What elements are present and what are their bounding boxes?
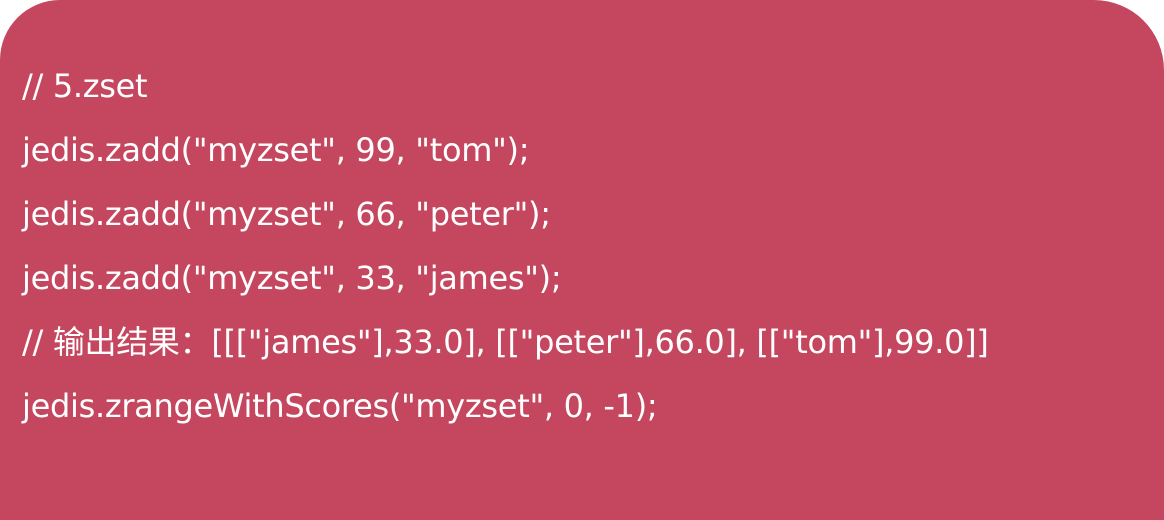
code-block: // 5.zset jedis.zadd("myzset", 99, "tom"… [22, 58, 989, 442]
code-line: jedis.zadd("myzset", 99, "tom"); [22, 131, 530, 169]
code-line: jedis.zrangeWithScores("myzset", 0, -1); [22, 387, 658, 425]
code-line: jedis.zadd("myzset", 33, "james"); [22, 259, 562, 297]
code-card: // 5.zset jedis.zadd("myzset", 99, "tom"… [0, 0, 1164, 520]
code-comment-line: // 输出结果：[[["james"],33.0], [["peter"],66… [22, 323, 989, 361]
code-comment-line: // 5.zset [22, 67, 148, 105]
code-line: jedis.zadd("myzset", 66, "peter"); [22, 195, 551, 233]
